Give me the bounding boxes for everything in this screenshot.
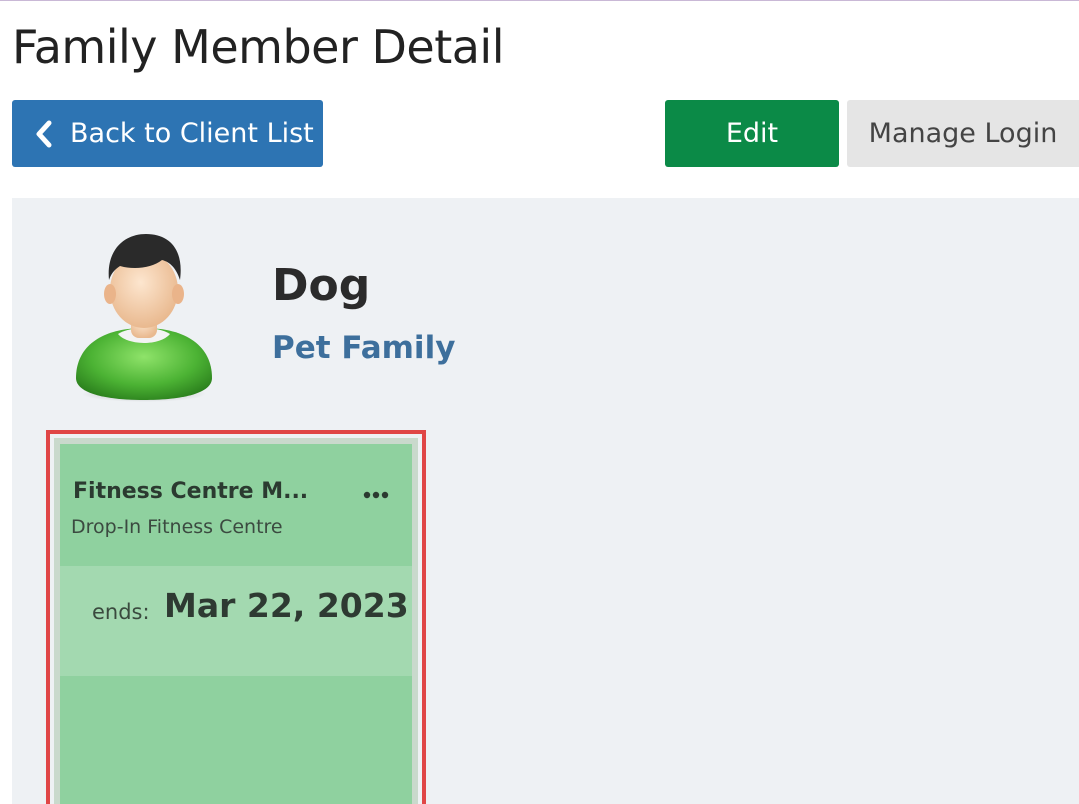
manage-login-button-label: Manage Login (868, 118, 1058, 149)
membership-card-highlight: Fitness Centre M... Drop-In Fitness Cent… (46, 430, 426, 804)
client-detail-panel: Dog Pet Family Fitness Centre M... Drop-… (12, 198, 1079, 804)
page: Family Member Detail Back to Client List… (0, 0, 1079, 804)
ends-label: ends: (92, 600, 150, 624)
membership-title: Fitness Centre M... (73, 479, 309, 504)
manage-login-button[interactable]: Manage Login (847, 100, 1079, 167)
client-name: Dog (272, 260, 371, 311)
edit-button-label: Edit (725, 118, 779, 149)
chevron-left-icon (34, 119, 60, 149)
person-avatar-icon (72, 228, 222, 403)
ends-date: Mar 22, 2023 (164, 586, 409, 625)
edit-button[interactable]: Edit (665, 100, 839, 167)
membership-card[interactable]: Fitness Centre M... Drop-In Fitness Cent… (54, 438, 418, 804)
membership-card-header: Fitness Centre M... Drop-In Fitness Cent… (60, 444, 412, 566)
ellipsis-icon[interactable] (362, 488, 392, 502)
membership-expiry: ends: Mar 22, 2023 (60, 566, 412, 676)
membership-subtitle: Drop-In Fitness Centre (71, 516, 283, 538)
back-button-label: Back to Client List (70, 118, 314, 149)
membership-card-body: Fitness Centre M... Drop-In Fitness Cent… (60, 444, 412, 804)
back-to-client-list-button[interactable]: Back to Client List (12, 100, 323, 167)
page-title: Family Member Detail (12, 20, 504, 74)
family-link[interactable]: Pet Family (272, 330, 455, 366)
